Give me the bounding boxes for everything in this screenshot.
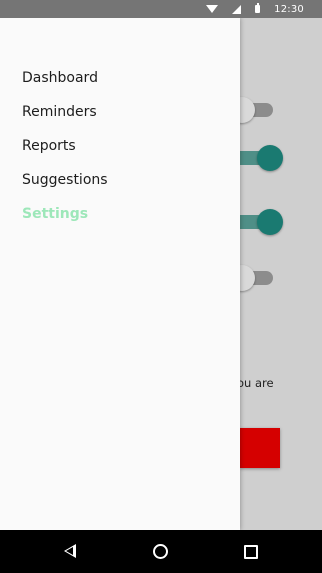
back-icon[interactable] bbox=[64, 544, 76, 558]
recents-icon[interactable] bbox=[244, 545, 258, 559]
drawer-item-settings[interactable]: Settings bbox=[22, 206, 88, 222]
home-icon[interactable] bbox=[153, 544, 168, 559]
drawer-item-suggestions[interactable]: Suggestions bbox=[22, 172, 108, 188]
drawer-item-reports[interactable]: Reports bbox=[22, 138, 76, 154]
battery-icon bbox=[255, 3, 261, 13]
background-partial-text: ou are bbox=[237, 376, 274, 390]
drawer-item-dashboard[interactable]: Dashboard bbox=[22, 70, 98, 86]
status-bar: 12:30 bbox=[0, 0, 322, 18]
drawer-item-reminders[interactable]: Reminders bbox=[22, 104, 97, 120]
wifi-icon bbox=[206, 5, 219, 13]
system-navigation-bar bbox=[0, 530, 322, 573]
cell-signal-icon bbox=[232, 4, 242, 14]
red-action-button[interactable] bbox=[240, 428, 280, 468]
status-time: 12:30 bbox=[274, 3, 304, 15]
navigation-drawer: Dashboard Reminders Reports Suggestions … bbox=[0, 18, 240, 530]
